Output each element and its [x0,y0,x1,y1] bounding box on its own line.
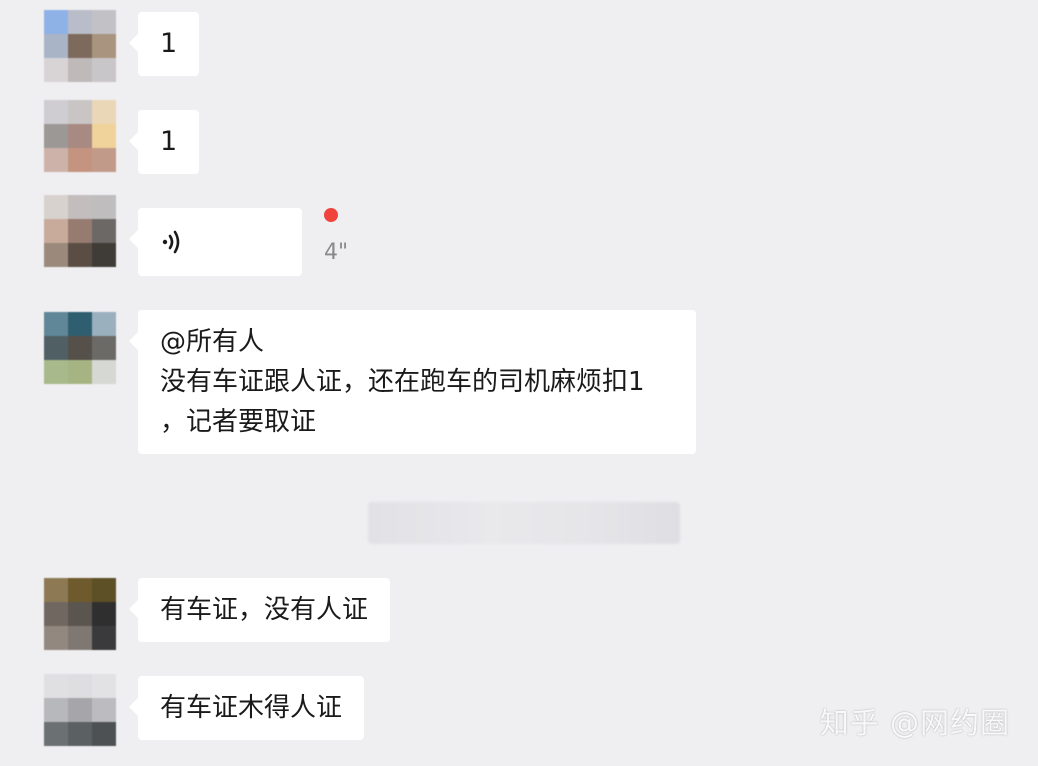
avatar-pixel [92,148,116,172]
message-text: 有车证木得人证 [160,693,343,723]
avatar-pixel [92,626,116,650]
avatar-pixel [44,124,68,148]
avatar-pixel [44,195,68,219]
avatar-pixel [68,34,92,58]
avatar-pixel [44,722,68,746]
avatar-pixel [44,360,68,384]
avatar-pixel [92,698,116,722]
message-line: ，记者要取证 [160,407,317,437]
system-notice [368,502,680,544]
avatar-pixel [44,312,68,336]
avatar-pixel [44,34,68,58]
avatar-pixel [44,58,68,82]
avatar-pixel [68,100,92,124]
avatar-pixel [44,100,68,124]
avatar-pixel [68,312,92,336]
message-line: @所有人 [160,327,265,357]
avatar-pixel [68,602,92,626]
avatar-pixel [68,195,92,219]
message-line: 没有车证跟人证，还在跑车的司机麻烦扣1 [160,367,645,397]
avatar-pixel [68,626,92,650]
avatar-pixel [92,34,116,58]
avatar-pixel [44,10,68,34]
avatar[interactable] [44,195,116,267]
avatar-pixel [44,336,68,360]
message-bubble[interactable]: 有车证木得人证 [128,676,365,740]
voice-message-bubble[interactable] [129,208,302,276]
avatar-pixel [92,219,116,243]
avatar[interactable] [44,312,116,384]
avatar-pixel [44,148,68,172]
avatar-pixel [68,124,92,148]
avatar-pixel [92,360,116,384]
avatar-pixel [92,124,116,148]
avatar-pixel [92,100,116,124]
avatar-pixel [92,243,116,267]
avatar-pixel [44,698,68,722]
message-bubble[interactable]: 1 [128,12,200,76]
avatar-pixel [44,243,68,267]
avatar-pixel [92,722,116,746]
avatar-pixel [92,578,116,602]
avatar-pixel [44,602,68,626]
avatar-pixel [92,336,116,360]
avatar-pixel [68,243,92,267]
avatar[interactable] [44,674,116,746]
avatar-pixel [92,58,116,82]
message-text: 1 [160,28,178,59]
avatar-pixel [68,148,92,172]
avatar-pixel [44,626,68,650]
avatar-pixel [92,195,116,219]
avatar[interactable] [44,578,116,650]
avatar-pixel [44,578,68,602]
message-text: 1 [160,126,178,157]
avatar-pixel [92,602,116,626]
avatar[interactable] [44,100,116,172]
watermark: 知乎 @网约圈 [819,706,1010,740]
avatar-pixel [68,360,92,384]
message-bubble[interactable]: 1 [128,110,200,174]
avatar-pixel [44,219,68,243]
avatar-pixel [68,674,92,698]
message-bubble[interactable]: 有车证，没有人证 [128,578,391,642]
voice-icon [160,227,184,257]
avatar-pixel [92,10,116,34]
message-text: 有车证，没有人证 [160,595,369,625]
avatar-pixel [92,312,116,336]
avatar-pixel [68,698,92,722]
unread-dot [324,208,338,222]
avatar-pixel [68,722,92,746]
message-bubble[interactable]: @所有人 没有车证跟人证，还在跑车的司机麻烦扣1 ，记者要取证 [129,310,696,454]
avatar-pixel [92,674,116,698]
avatar-pixel [68,336,92,360]
avatar-pixel [68,578,92,602]
avatar-pixel [44,674,68,698]
avatar-pixel [68,219,92,243]
avatar-pixel [68,58,92,82]
avatar[interactable] [44,10,116,82]
avatar-pixel [68,10,92,34]
voice-duration: 4" [324,240,349,265]
